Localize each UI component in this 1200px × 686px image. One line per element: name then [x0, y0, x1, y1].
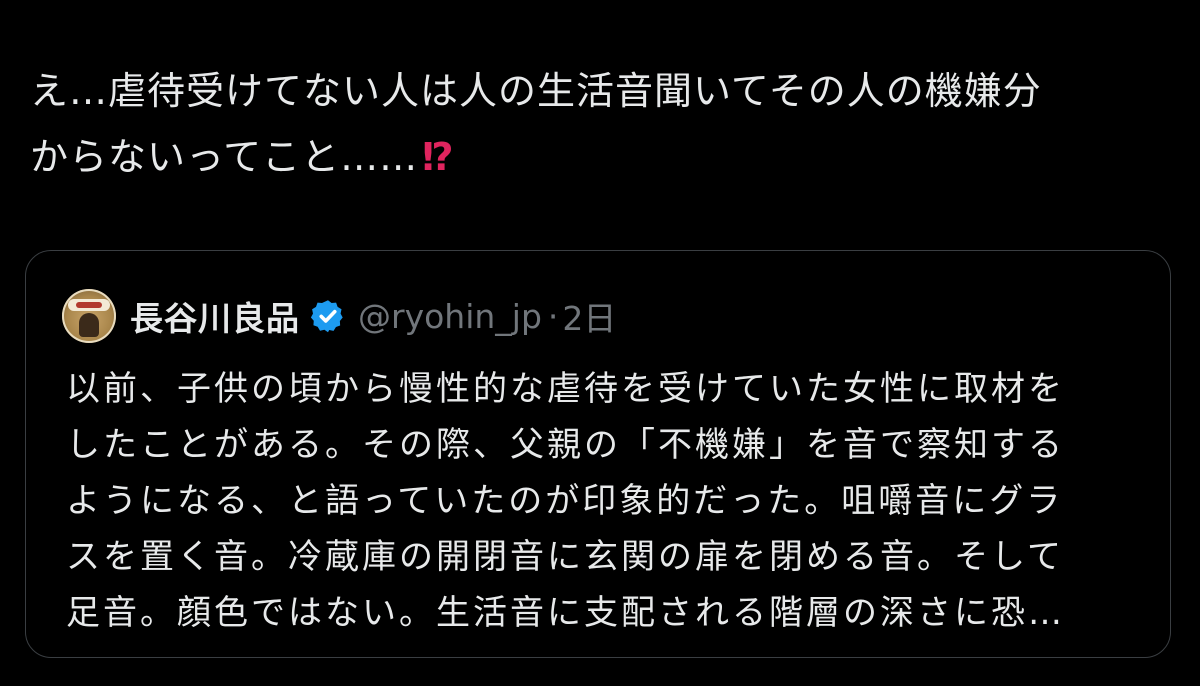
exclamation-question-mark-emoji-icon: ⁉: [422, 135, 453, 179]
quoted-post-line-1: 以前、子供の頃から慢性的な虐待を受けていた女性に取材を: [66, 369, 1065, 409]
verified-badge-icon: [310, 300, 343, 333]
quoted-post-line-3: ようになる、と語っていたのが印象的だった。咀嚼音にグラ: [66, 481, 1064, 521]
author-handle[interactable]: @ryohin_jp: [358, 297, 542, 336]
avatar[interactable]: [62, 289, 116, 343]
quoted-post-line-4: スを置く音。冷蔵庫の開閉音に玄関の扉を閉める音。そして: [66, 537, 1064, 577]
avatar-logo-band: [68, 299, 110, 311]
author-name[interactable]: 長谷川良品: [130, 292, 300, 340]
post-text-line-1: え…虐待受けてない人は人の生活音聞いてその人の機嫌分: [30, 69, 1042, 113]
post-text-line-2: からないってこと…… ⁉: [30, 124, 1180, 190]
quoted-post-header: 長谷川良品 @ryohin_jp · 2日: [62, 289, 616, 343]
avatar-figure: [79, 313, 99, 337]
quoted-post-body: 以前、子供の頃から慢性的な虐待を受けていた女性に取材を したことがある。その際、…: [66, 361, 1146, 641]
post-text: え…虐待受けてない人は人の生活音聞いてその人の機嫌分 からないってこと…… ⁉: [30, 58, 1180, 190]
quoted-post-line-5: 足音。顔色ではない。生活音に支配される階層の深さに恐…: [66, 593, 1065, 633]
quoted-post-line-2: したことがある。その際、父親の「不機嫌」を音で察知する: [66, 425, 1065, 465]
post-timestamp[interactable]: 2日: [562, 292, 616, 340]
quoted-post-card[interactable]: 長谷川良品 @ryohin_jp · 2日 以前、子供の頃から慢性的な虐待を受け…: [25, 250, 1171, 658]
separator-dot: ·: [547, 296, 559, 336]
post-text-line-2-text: からないってこと……: [30, 135, 419, 179]
